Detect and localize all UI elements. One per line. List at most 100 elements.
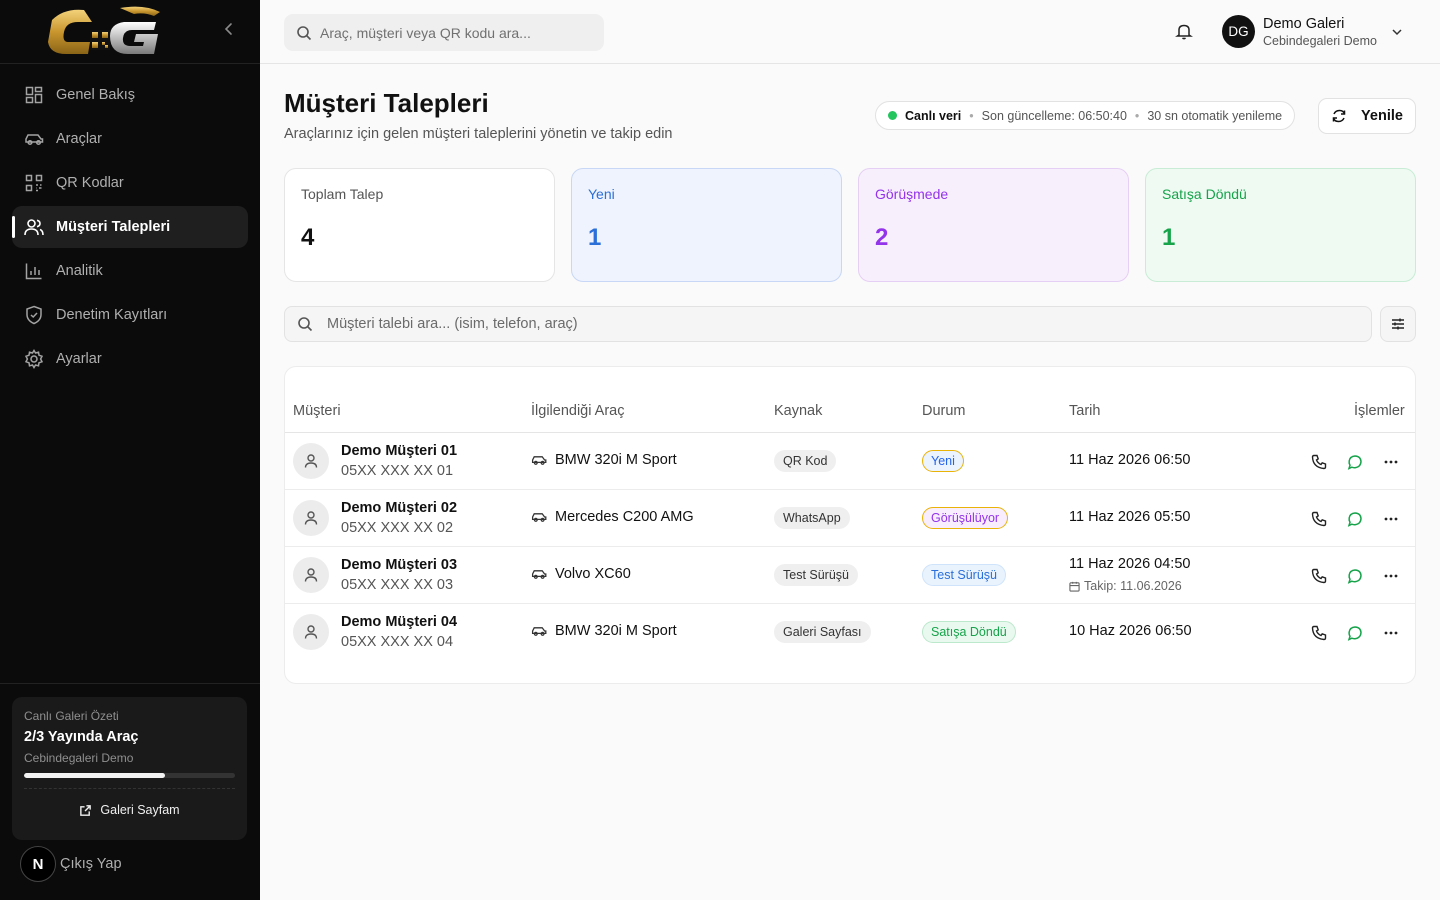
sidebar-item-label: Analitik: [56, 263, 103, 279]
user-menu[interactable]: DG Demo Galeri Cebindegaleri Demo: [1222, 15, 1403, 48]
bell-icon[interactable]: [1175, 22, 1195, 42]
chevron-left-icon[interactable]: [220, 22, 238, 42]
refresh-icon: [1332, 109, 1346, 123]
gallery-summary-card: Canlı Galeri Özeti 2/3 Yayında Araç Cebi…: [12, 697, 247, 840]
table-row[interactable]: Demo Müşteri 04 05XX XXX XX 04 BMW 320i …: [285, 604, 1415, 661]
sidebar-item-ayarlar[interactable]: Ayarlar: [12, 338, 248, 380]
qr-code-icon: [24, 173, 44, 193]
sliders-icon: [1392, 318, 1404, 330]
phone-icon[interactable]: [1308, 508, 1330, 530]
source-badge: WhatsApp: [774, 507, 850, 529]
summary-title: 2/3 Yayında Araç: [24, 729, 139, 745]
auto-refresh-text: 30 sn otomatik yenileme: [1147, 108, 1283, 123]
whatsapp-icon[interactable]: [1344, 508, 1366, 530]
more-options-icon[interactable]: [1380, 508, 1402, 530]
live-indicator-dot: [888, 111, 897, 120]
global-search-input[interactable]: [320, 24, 590, 41]
phone-icon[interactable]: [1308, 565, 1330, 587]
user-info: Demo Galeri Cebindegaleri Demo: [1263, 16, 1377, 48]
filter-button[interactable]: [1380, 306, 1416, 342]
publish-progress-fill: [24, 773, 165, 778]
stat-card-total: Toplam Talep 4: [284, 168, 555, 282]
vehicle-cell[interactable]: BMW 320i M Sport: [531, 623, 677, 639]
sidebar-item-genel-bakis[interactable]: Genel Bakış: [12, 74, 248, 116]
page-title: Müşteri Talepleri: [284, 88, 489, 118]
sidebar-item-label: Müşteri Talepleri: [56, 219, 171, 235]
customer-name: Demo Müşteri 03: [341, 557, 458, 573]
request-date: 11 Haz 2026 05:50: [1069, 509, 1191, 525]
stat-value: 1: [1162, 224, 1176, 251]
customer-phone: 05XX XXX XX 01: [341, 463, 454, 479]
header-customer[interactable]: Müşteri: [293, 403, 341, 419]
header-vehicle[interactable]: İlgilendiği Araç: [531, 403, 625, 419]
logout-row: N Çıkış Yap: [20, 846, 122, 882]
phone-icon[interactable]: [1308, 622, 1330, 644]
status-badge[interactable]: Yeni: [922, 450, 964, 472]
status-badge[interactable]: Görüşülüyor: [922, 507, 1009, 529]
stat-label: Görüşmede: [875, 186, 949, 202]
car-icon: [531, 570, 547, 579]
sidebar-nav: Genel Bakış Araçlar QR Kodlar Müşteri Ta…: [12, 74, 248, 382]
whatsapp-icon[interactable]: [1344, 622, 1366, 644]
source-badge: Test Sürüşü: [774, 564, 859, 586]
vehicle-cell[interactable]: Mercedes C200 AMG: [531, 509, 694, 525]
refresh-button[interactable]: Yenile: [1318, 98, 1416, 134]
sidebar-item-label: QR Kodlar: [56, 175, 124, 191]
customer-name: Demo Müşteri 04: [341, 614, 458, 630]
more-options-icon[interactable]: [1380, 451, 1402, 473]
request-search-input[interactable]: [327, 316, 1327, 332]
stat-card-sold: Satışa Döndü 1: [1145, 168, 1416, 282]
followup-text: Takip: 11.06.2026: [1084, 579, 1182, 593]
car-icon: [531, 456, 547, 465]
table-row[interactable]: Demo Müşteri 02 05XX XXX XX 02 Mercedes …: [285, 490, 1415, 547]
vehicle-cell[interactable]: BMW 320i M Sport: [531, 452, 677, 468]
header-source[interactable]: Kaynak: [774, 403, 822, 419]
stat-value: 2: [875, 224, 889, 251]
table-row[interactable]: Demo Müşteri 01 05XX XXX XX 01 BMW 320i …: [285, 433, 1415, 490]
sidebar-item-qr-kodlar[interactable]: QR Kodlar: [12, 162, 248, 204]
status-badge[interactable]: Satışa Döndü: [922, 621, 1016, 643]
logout-button[interactable]: Çıkış Yap: [60, 856, 122, 872]
brand-logo[interactable]: [44, 2, 162, 60]
avatar: DG: [1222, 15, 1255, 48]
phone-icon[interactable]: [1308, 451, 1330, 473]
last-update-text: Son güncelleme: 06:50:40: [981, 108, 1127, 123]
search-icon: [297, 25, 312, 40]
vehicle-name: BMW 320i M Sport: [555, 452, 677, 468]
publish-progress-bar: [24, 773, 235, 778]
sidebar-item-denetim-kayitlari[interactable]: Denetim Kayıtları: [12, 294, 248, 336]
whatsapp-icon[interactable]: [1344, 565, 1366, 587]
customer-phone: 05XX XXX XX 03: [341, 577, 454, 593]
gallery-page-link[interactable]: Galeri Sayfam: [24, 803, 235, 817]
header-date[interactable]: Tarih: [1069, 403, 1100, 419]
calendar-icon: [1069, 581, 1080, 592]
sidebar-item-araclar[interactable]: Araçlar: [12, 118, 248, 160]
stat-card-in-talks: Görüşmede 2: [858, 168, 1129, 282]
sidebar-item-analitik[interactable]: Analitik: [12, 250, 248, 292]
sidebar-item-label: Genel Bakış: [56, 87, 135, 103]
sidebar-item-label: Denetim Kayıtları: [56, 307, 168, 323]
sidebar-item-label: Araçlar: [56, 131, 102, 147]
separator-dot: •: [969, 108, 974, 123]
requests-table: Müşteri İlgilendiği Araç Kaynak Durum Ta…: [284, 366, 1416, 684]
table-header: Müşteri İlgilendiği Araç Kaynak Durum Ta…: [285, 393, 1415, 433]
header-status[interactable]: Durum: [922, 403, 966, 419]
live-label: Canlı veri: [905, 108, 962, 123]
user-icon: [293, 443, 329, 479]
vehicle-cell[interactable]: Volvo XC60: [531, 566, 631, 582]
more-options-icon[interactable]: [1380, 565, 1402, 587]
request-date: 11 Haz 2026 06:50: [1069, 452, 1191, 468]
followup-date: Takip: 11.06.2026: [1069, 579, 1182, 593]
table-row[interactable]: Demo Müşteri 03 05XX XXX XX 03 Volvo XC6…: [285, 547, 1415, 604]
status-badge[interactable]: Test Sürüşü: [922, 564, 1007, 586]
source-badge: QR Kod: [774, 450, 837, 472]
request-date: 11 Haz 2026 04:50: [1069, 556, 1191, 572]
more-options-icon[interactable]: [1380, 622, 1402, 644]
user-icon: [293, 500, 329, 536]
app-badge[interactable]: N: [20, 846, 56, 882]
gear-icon: [24, 349, 44, 369]
user-name: Demo Galeri: [1263, 15, 1345, 32]
stat-value: 4: [301, 224, 315, 251]
sidebar-item-musteri-talepleri[interactable]: Müşteri Talepleri: [12, 206, 248, 248]
whatsapp-icon[interactable]: [1344, 451, 1366, 473]
